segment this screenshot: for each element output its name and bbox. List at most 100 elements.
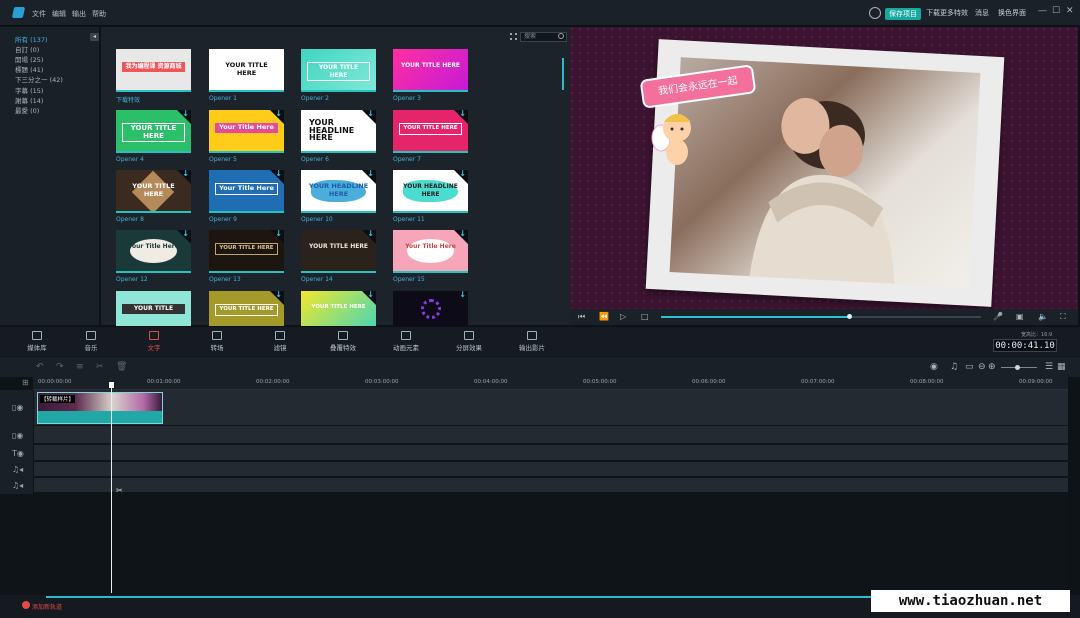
download-icon[interactable] [270, 110, 284, 124]
audio-track-1[interactable] [0, 462, 1068, 477]
skin-button[interactable]: 换色界面 [998, 8, 1026, 18]
video-track-2[interactable] [0, 426, 1068, 444]
play-icon[interactable]: ▷ [620, 312, 626, 321]
category-credits[interactable]: 謝幕 (14) [15, 95, 43, 105]
minimize-icon[interactable]: — [1038, 6, 1047, 16]
template-thumbnail[interactable]: YOUR TITLE HERE [116, 110, 191, 153]
grid-view-icon[interactable] [510, 33, 517, 40]
menu-help[interactable]: 帮助 [92, 9, 106, 19]
template-label: Opener 5 [209, 156, 237, 163]
playback-knob[interactable] [847, 314, 852, 319]
adjust-icon[interactable]: ≡ [76, 362, 84, 372]
template-thumbnail[interactable]: Your Title Here [209, 110, 284, 153]
maximize-icon[interactable]: ☐ [1052, 6, 1060, 16]
playhead[interactable] [111, 383, 112, 593]
undo-icon[interactable]: ↶ [36, 362, 44, 372]
template-thumbnail[interactable]: Your Title Here [116, 230, 191, 273]
template-title-text: YOUR TITLE HERE [400, 62, 461, 69]
volume-icon[interactable]: 🔈 [1038, 312, 1048, 321]
download-icon[interactable] [454, 110, 468, 124]
download-icon[interactable] [177, 110, 191, 124]
text-track[interactable] [0, 445, 1068, 461]
step-back-icon[interactable]: ⏪ [599, 312, 609, 321]
library-scrollbar[interactable] [562, 58, 564, 90]
redo-icon[interactable]: ↷ [56, 362, 64, 372]
snapshot-icon[interactable]: ▣ [1016, 312, 1024, 321]
download-icon[interactable] [454, 230, 468, 244]
download-icon[interactable] [177, 230, 191, 244]
download-icon[interactable] [454, 291, 468, 305]
zoom-out-icon[interactable]: ⊖ [978, 362, 986, 372]
playhead-handle[interactable] [109, 382, 114, 388]
template-thumbnail[interactable]: YOUR TITLE HERE [301, 230, 376, 273]
render-icon[interactable]: ◉ [930, 362, 938, 372]
toolbar-filter[interactable]: 滤镜 [255, 331, 305, 352]
track-view-icon[interactable]: ▦ [1057, 362, 1066, 372]
zoom-in-icon[interactable]: ⊕ [988, 362, 996, 372]
stop-icon[interactable]: □ [641, 312, 649, 321]
toolbar-music[interactable]: 音乐 [66, 331, 116, 352]
category-titles[interactable]: 標題 (41) [15, 64, 43, 74]
template-thumbnail[interactable]: YOUR TITLE HERE [393, 110, 468, 153]
category-favorites[interactable]: 最愛 (0) [15, 105, 39, 115]
template-thumbnail[interactable]: YOUR TITLE HERE [393, 49, 468, 92]
download-icon[interactable] [270, 170, 284, 184]
toolbar-text[interactable]: 文字 [129, 331, 179, 352]
microphone-icon[interactable]: 🎤 [993, 312, 1003, 321]
template-thumbnail[interactable]: YOUR TITLE HERE [209, 230, 284, 273]
toolbar-overlay[interactable]: 叠覆特效 [318, 331, 368, 352]
collapse-panel-icon[interactable]: ◂ [90, 33, 99, 41]
toolbar-media[interactable]: 媒体库 [12, 331, 62, 352]
delete-icon[interactable]: 🗑 [116, 362, 127, 372]
category-custom[interactable]: 自訂 (0) [15, 44, 39, 54]
toolbar-transition[interactable]: 转场 [192, 331, 242, 352]
template-thumbnail[interactable]: YOUR TITLE HERE [301, 49, 376, 92]
overlay-icon [338, 331, 348, 340]
skip-back-icon[interactable]: ⏮ [578, 312, 585, 322]
template-title-text: Your Title Here [405, 243, 456, 250]
template-thumbnail[interactable]: YOUR TITLE HERE [116, 170, 191, 213]
download-icon[interactable] [362, 291, 376, 305]
toolbar-elements[interactable]: 动画元素 [381, 331, 431, 352]
category-subtitles[interactable]: 字幕 (15) [15, 85, 43, 95]
add-track-button[interactable]: 添加新轨道 [32, 602, 62, 611]
download-icon[interactable] [362, 230, 376, 244]
toolbar-export[interactable]: 输出影片 [507, 331, 557, 352]
search-icon[interactable] [558, 33, 564, 39]
close-icon[interactable]: ✕ [1066, 6, 1074, 16]
template-thumbnail[interactable]: 我为编程课 资源商城 [116, 49, 191, 92]
template-thumbnail[interactable]: YOUR HEADLINE HERE [301, 170, 376, 213]
menu-export[interactable]: 输出 [72, 9, 86, 19]
download-icon[interactable] [270, 230, 284, 244]
user-icon[interactable] [869, 7, 881, 19]
menu-file[interactable]: 文件 [32, 9, 46, 19]
template-thumbnail[interactable]: YOUR TITLE HERE [209, 49, 284, 92]
voiceover-icon[interactable]: ▭ [965, 362, 974, 372]
toolbar-split-screen[interactable]: 分屏效果 [444, 331, 494, 352]
template-thumbnail[interactable]: YOUR HEADLINE HERE [301, 110, 376, 153]
list-view-icon[interactable]: ☰ [1045, 362, 1053, 372]
audio-mixer-icon[interactable]: ♫ [950, 362, 958, 372]
download-icon[interactable] [177, 170, 191, 184]
menu-edit[interactable]: 编辑 [52, 9, 66, 19]
save-project-button[interactable]: 保存项目 [885, 8, 921, 20]
cut-icon[interactable]: ✂ [96, 362, 104, 372]
audio-track-2[interactable] [0, 478, 1068, 493]
download-effects-button[interactable]: 下载更多特效 [926, 8, 968, 18]
category-opener[interactable]: 開場 (25) [15, 54, 43, 64]
fullscreen-icon[interactable]: ⛶ [1060, 312, 1066, 322]
download-icon[interactable] [362, 110, 376, 124]
add-track-icon[interactable] [22, 601, 30, 609]
template-label: Opener 9 [209, 216, 237, 223]
template-thumbnail[interactable]: Your Title Here [393, 230, 468, 273]
messages-button[interactable]: 消息 [975, 8, 989, 18]
category-lower-third[interactable]: 下三分之一 (42) [15, 74, 63, 84]
zoom-slider-knob[interactable] [1015, 365, 1020, 370]
download-icon[interactable] [270, 291, 284, 305]
category-all[interactable]: 所有 (137) [15, 34, 48, 44]
template-thumbnail[interactable]: YOUR HEADLINE HERE [393, 170, 468, 213]
template-thumbnail[interactable]: Your Title Here [209, 170, 284, 213]
track-manager-icon[interactable]: ⊞ [22, 378, 29, 387]
download-icon[interactable] [362, 170, 376, 184]
download-icon[interactable] [454, 170, 468, 184]
